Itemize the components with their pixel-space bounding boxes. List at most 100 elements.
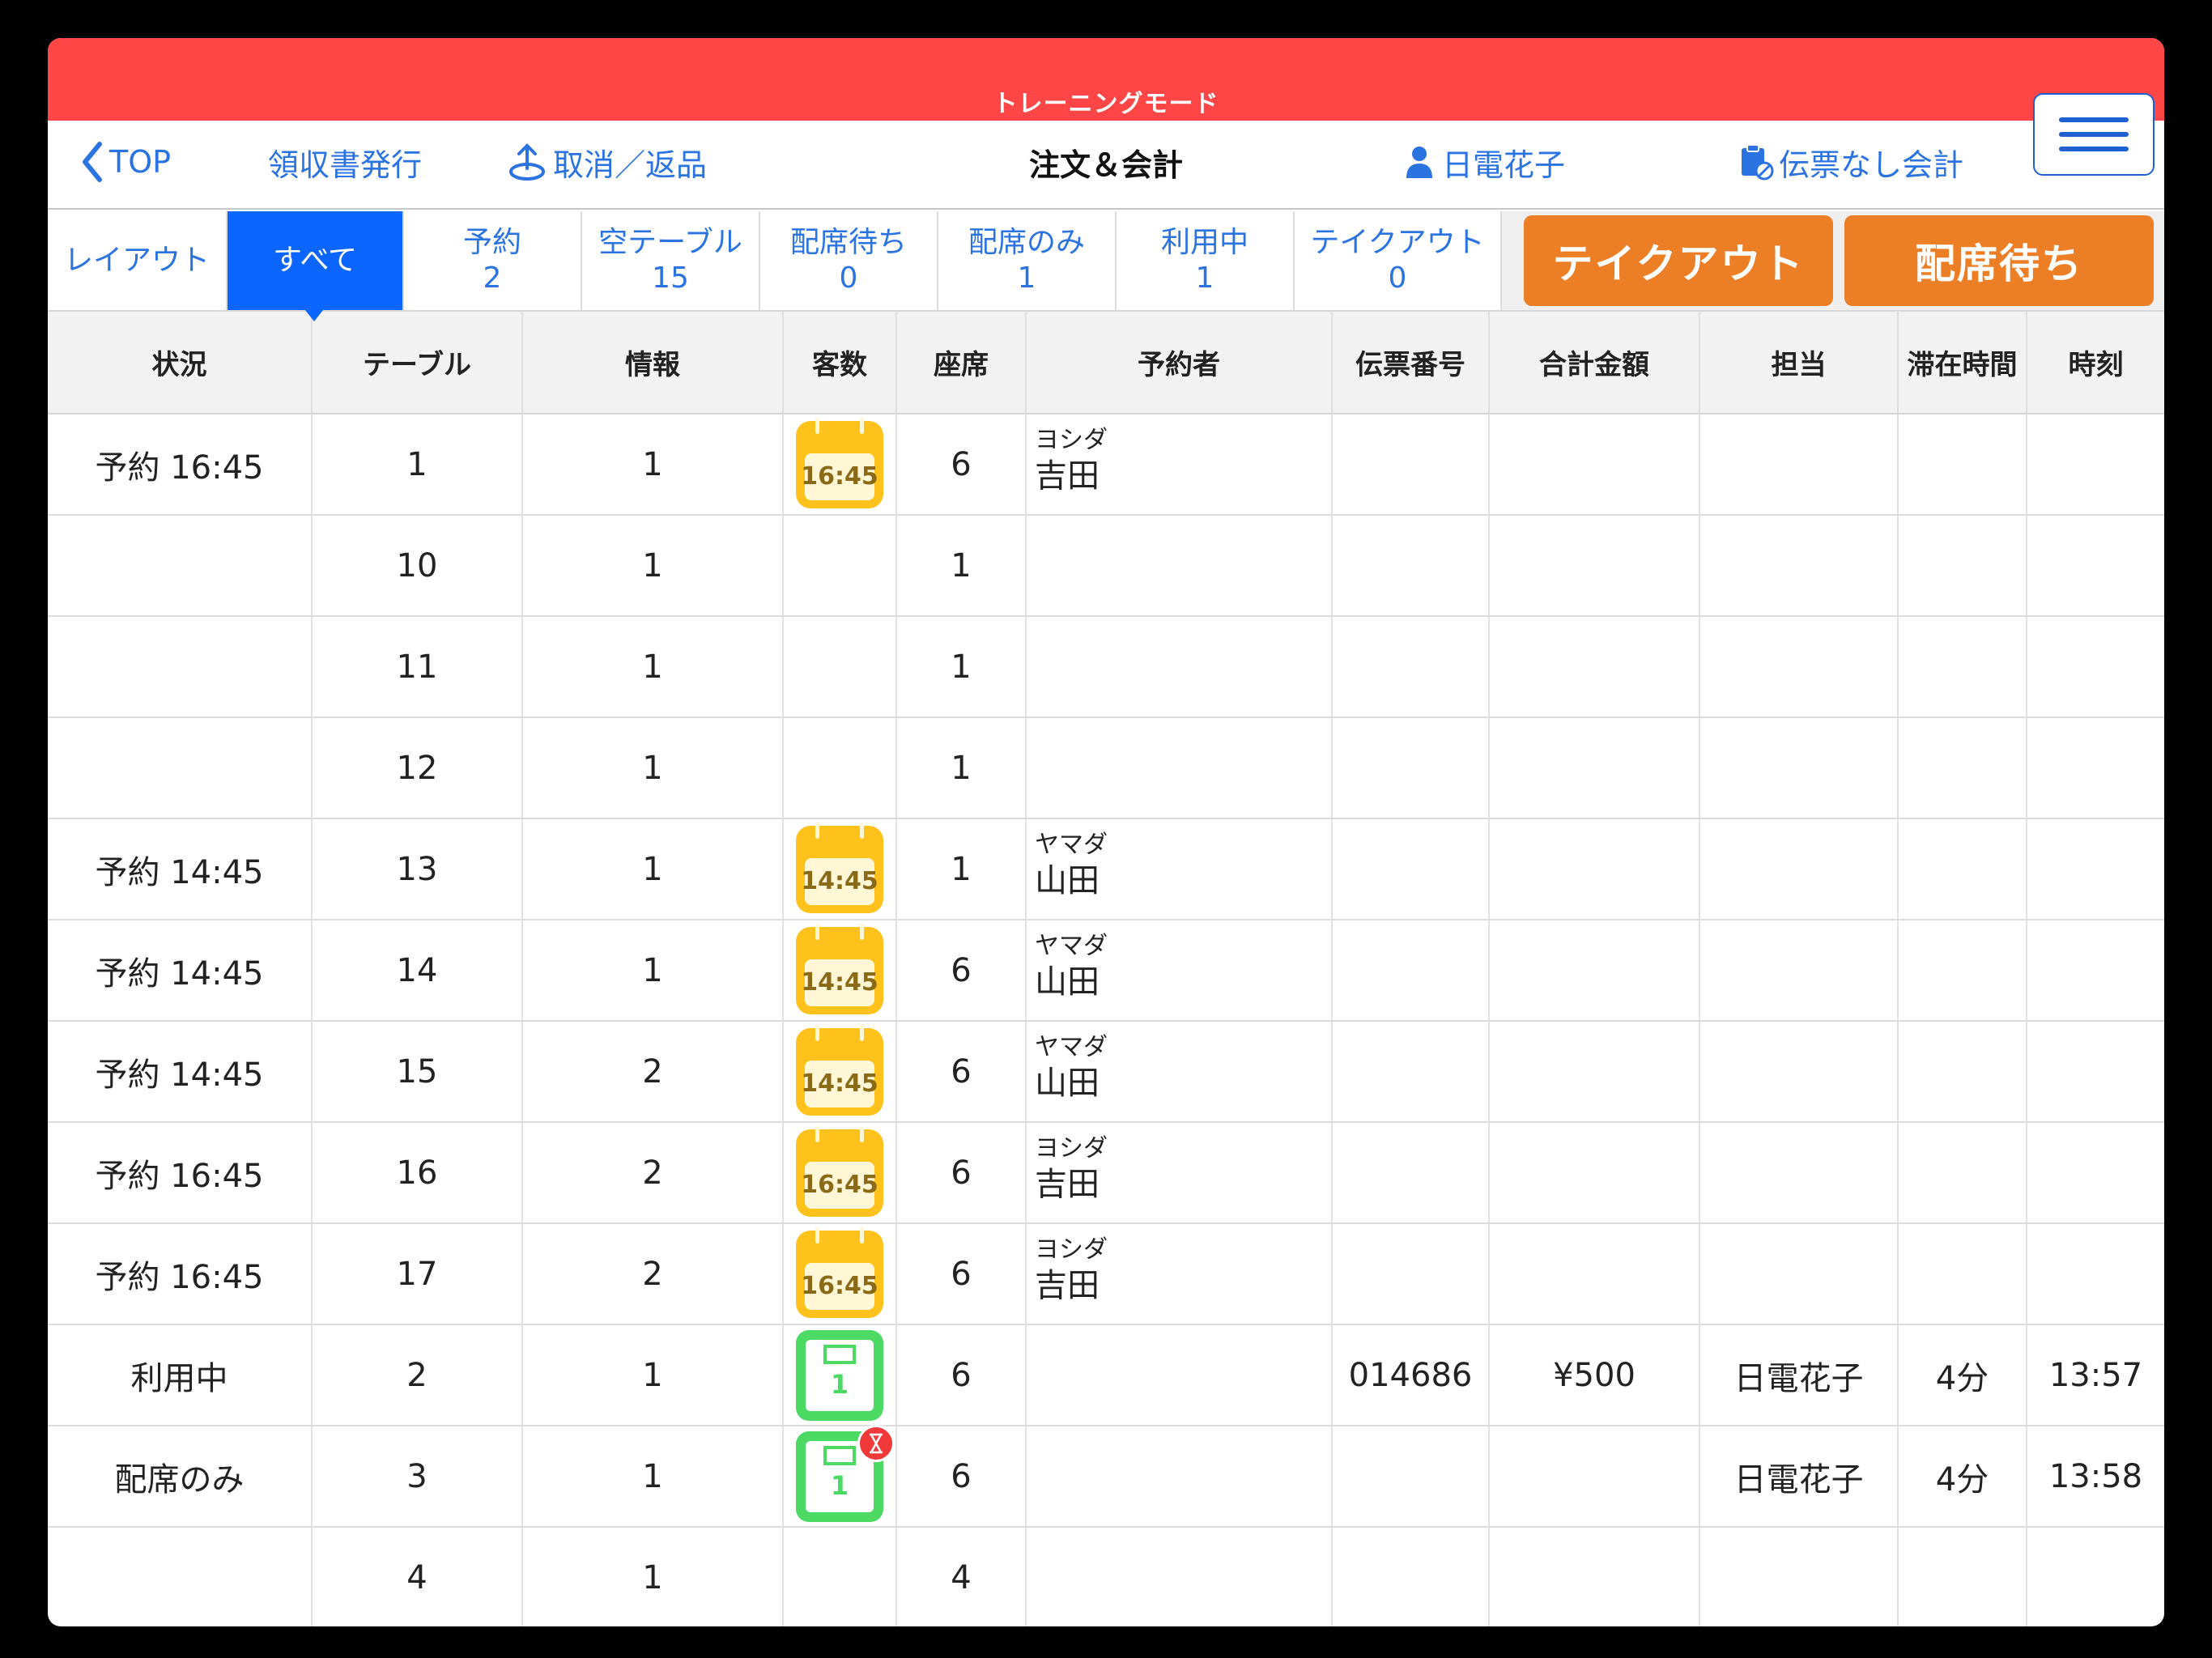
table-row[interactable]: 予約 16:45 17 2 16:45 6 ヨシダ 吉田 [48,1223,2164,1325]
no-slip-checkout-button[interactable]: 伝票なし会計 [1737,137,1963,187]
reservation-calendar-icon[interactable]: 16:45 [796,1226,883,1318]
cell-time [2027,1122,2164,1224]
cell-stay [1898,616,2027,718]
cancel-return-button[interactable]: 取消／返品 [506,137,707,187]
reservation-calendar-icon[interactable]: 14:45 [796,923,883,1014]
cell-seats: 1 [896,818,1027,920]
table-row[interactable]: 予約 14:45 14 1 14:45 6 ヤマダ 山田 [48,920,2164,1022]
table-row[interactable]: 予約 16:45 16 2 16:45 6 ヨシダ 吉田 [48,1122,2164,1224]
cell-total [1489,1426,1700,1528]
cell-time [2027,818,2164,920]
cell-time [2027,1527,2164,1626]
header-table[interactable]: テーブル [312,312,523,414]
tab-waiting-seat[interactable]: 配席待ち 0 [760,211,938,310]
header-booker[interactable]: 予約者 [1026,312,1333,414]
tab-label: 配席待ち [789,226,907,259]
tab-layout[interactable]: レイアウト [48,211,228,310]
booker-name: 吉田 [1035,1267,1100,1304]
cell-table: 2 [312,1324,523,1426]
tab-in-use[interactable]: 利用中 1 [1117,211,1295,310]
order-slip-icon[interactable]: 1 [796,1424,895,1522]
tab-reserved[interactable]: 予約 2 [404,211,582,310]
header-stay-time[interactable]: 滞在時間 [1898,312,2027,414]
table-row[interactable]: 10 1 1 [48,515,2164,617]
tab-count: 1 [1017,261,1036,295]
tab-label: レイアウト [63,244,210,277]
header-staff[interactable]: 担当 [1699,312,1899,414]
cell-status: 予約 16:45 [48,1122,313,1224]
takeout-button[interactable]: テイクアウト [1524,215,1833,306]
table-row[interactable]: 予約 16:45 1 1 16:45 6 ヨシダ 吉田 [48,414,2164,516]
cell-guests: 1 [783,1324,897,1426]
header-time[interactable]: 時刻 [2027,312,2164,414]
current-user[interactable]: 日電花子 [1402,137,1565,187]
reservation-calendar-icon[interactable]: 14:45 [796,822,883,913]
tab-label: 空テーブル [598,226,742,259]
table-row[interactable]: 予約 14:45 13 1 14:45 1 ヤマダ 山田 [48,818,2164,920]
cell-seats: 6 [896,1324,1027,1426]
reservation-calendar-icon[interactable]: 14:45 [796,1024,883,1116]
cell-slip [1332,818,1490,920]
header-status[interactable]: 状況 [48,312,313,414]
tab-count: 2 [483,261,502,295]
booker-kana: ヤマダ [1035,932,1108,960]
back-label: TOP [109,144,172,180]
cell-info: 1 [522,717,784,819]
hamburger-menu-button[interactable] [2033,93,2155,176]
cell-total [1489,414,1700,516]
back-to-top-button[interactable]: TOP [80,137,171,187]
cell-guests: 16:45 [783,414,897,516]
cell-guests [783,717,897,819]
waiting-seat-button[interactable]: 配席待ち [1844,215,2154,306]
header-total[interactable]: 合計金額 [1489,312,1700,414]
reservation-calendar-icon[interactable]: 16:45 [796,417,883,508]
cell-seats: 6 [896,1021,1027,1123]
cell-stay [1898,1527,2027,1626]
table-row[interactable]: 414 [48,1527,2164,1626]
cell-staff: 日電花子 [1699,1426,1899,1528]
cell-staff: 日電花子 [1699,1324,1899,1426]
header-seats[interactable]: 座席 [896,312,1027,414]
cell-staff [1699,414,1899,516]
cell-status: 配席のみ [48,1426,313,1528]
cell-status: 利用中 [48,1324,313,1426]
menu-line [2059,132,2129,137]
table-row[interactable]: 12 1 1 [48,717,2164,819]
table-header-row: 状況 テーブル 情報 客数 座席 予約者 伝票番号 合計金額 担当 滞在時間 時… [48,312,2164,414]
cell-table: 12 [312,717,523,819]
reservation-time: 14:45 [801,1060,878,1107]
tab-takeout[interactable]: テイクアウト 0 [1295,211,1502,310]
tab-label: 配席のみ [968,226,1085,259]
reservation-time: 16:45 [801,1262,878,1310]
issue-receipt-button[interactable]: 領収書発行 [268,137,422,187]
table-row[interactable]: 配席のみ 3 1 1 6 日電花子 4分 13:58 [48,1424,2164,1528]
cell-booker [1026,1426,1333,1528]
cell-status [48,717,313,819]
cell-status: 予約 14:45 [48,1021,313,1123]
cell-info: 1 [522,616,784,718]
header-guests[interactable]: 客数 [783,312,897,414]
table-row[interactable]: 11 1 1 [48,616,2164,718]
cell-time [2027,1223,2164,1325]
cell-guests [783,1527,897,1626]
navigation-bar: TOP 領収書発行 取消／返品 注文＆会計 日電花子 伝票なし会計 [48,93,2164,210]
app-window: トレーニングモード TOP 領収書発行 取消／返品 注文＆会計 日電花子 伝票な… [48,38,2164,1626]
tab-empty-tables[interactable]: 空テーブル 15 [582,211,760,310]
cell-slip [1332,414,1490,516]
header-slip-number[interactable]: 伝票番号 [1332,312,1490,414]
tab-count: 15 [652,261,689,295]
cell-table: 15 [312,1021,523,1123]
cell-info: 1 [522,1324,784,1426]
reservation-calendar-icon[interactable]: 16:45 [796,1125,883,1217]
table-row[interactable]: 利用中 2 1 1 6 014686 ¥500 日電花子 4分 13:57 [48,1324,2164,1426]
cell-guests: 14:45 [783,1021,897,1123]
table-row[interactable]: 予約 14:45 15 2 14:45 6 ヤマダ 山田 [48,1021,2164,1123]
cell-seats: 4 [896,1527,1027,1626]
header-info[interactable]: 情報 [522,312,784,414]
tab-seated-only[interactable]: 配席のみ 1 [938,211,1117,310]
order-slip-icon[interactable]: 1 [796,1329,883,1421]
cell-total: ¥500 [1489,1324,1700,1426]
tab-all[interactable]: すべて [228,211,404,310]
cell-booker [1026,515,1333,617]
cell-slip [1332,717,1490,819]
